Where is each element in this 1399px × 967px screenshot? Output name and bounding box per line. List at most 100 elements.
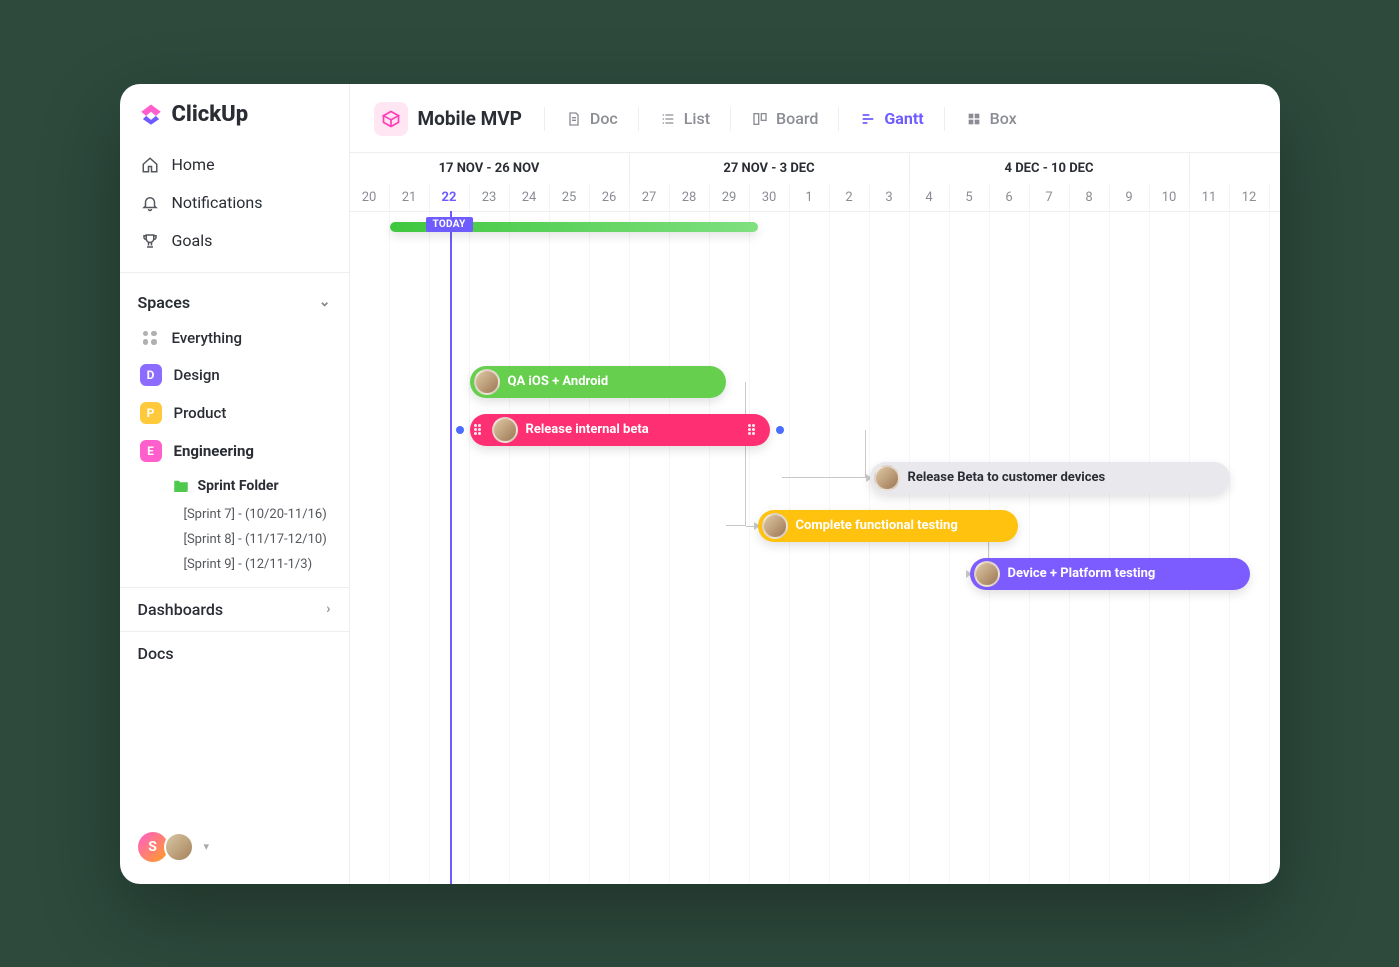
logo-icon <box>138 102 164 128</box>
tab-label: Doc <box>590 109 618 128</box>
milestone-dot[interactable] <box>456 426 464 434</box>
dependency-connector <box>746 526 754 527</box>
tab-gantt[interactable]: Gantt <box>853 105 929 132</box>
drag-handle-icon[interactable] <box>748 424 758 435</box>
day-cell[interactable]: 28 <box>670 185 710 211</box>
day-cell[interactable]: 29 <box>710 185 750 211</box>
docs-section[interactable]: Docs <box>120 631 349 675</box>
day-cell[interactable]: 8 <box>1070 185 1110 211</box>
dependency-connector <box>726 382 746 526</box>
day-cell[interactable]: 30 <box>750 185 790 211</box>
bar-label: Device + Platform testing <box>1008 566 1156 581</box>
sprint-item[interactable]: [Sprint 9] - (12/11-1/3) <box>162 552 339 577</box>
primary-nav: Home Notifications Goals <box>120 146 349 260</box>
home-icon <box>140 155 160 175</box>
nav-home[interactable]: Home <box>130 146 339 184</box>
today-indicator: TODAY <box>426 217 473 232</box>
gantt-view[interactable]: 17 NOV - 26 NOV27 NOV - 3 DEC4 DEC - 10 … <box>350 153 1280 884</box>
day-cell[interactable]: 21 <box>390 185 430 211</box>
user-menu[interactable]: S ▾ <box>120 820 349 874</box>
day-cell[interactable]: 20 <box>350 185 390 211</box>
sidebar-item-product[interactable]: P Product <box>130 394 339 432</box>
nav-notifications[interactable]: Notifications <box>130 184 339 222</box>
nav-goals[interactable]: Goals <box>130 222 339 260</box>
doc-icon <box>565 110 583 128</box>
assignee-avatar[interactable] <box>762 513 788 539</box>
divider <box>544 107 545 131</box>
list-icon <box>659 110 677 128</box>
space-label: Everything <box>172 329 242 347</box>
sprint-folder[interactable]: Sprint Folder <box>162 470 339 502</box>
engineering-children: Sprint Folder [Sprint 7] - (10/20-11/16)… <box>130 470 339 577</box>
chevron-right-icon: › <box>326 601 330 617</box>
space-list: Everything D Design P Product E Engineer… <box>120 320 349 577</box>
project-name: Mobile MVP <box>418 107 522 130</box>
gantt-bar-device-test[interactable]: Device + Platform testing <box>970 558 1250 590</box>
day-cell[interactable]: 12 <box>1230 185 1270 211</box>
day-cell[interactable]: 25 <box>550 185 590 211</box>
tab-list[interactable]: List <box>653 105 716 132</box>
day-cell[interactable]: 11 <box>1190 185 1230 211</box>
assignee-avatar[interactable] <box>492 417 518 443</box>
bar-label: Complete functional testing <box>796 518 958 533</box>
gantt-bar-release-beta[interactable]: Release internal beta <box>470 414 770 446</box>
drag-handle-icon[interactable] <box>474 424 484 435</box>
spaces-header[interactable]: Spaces ⌄ <box>120 285 349 320</box>
assignee-avatar[interactable] <box>974 561 1000 587</box>
gantt-bar-release-cust[interactable]: Release Beta to customer devices <box>870 462 1230 494</box>
sprint-item[interactable]: [Sprint 7] - (10/20-11/16) <box>162 502 339 527</box>
app-logo[interactable]: ClickUp <box>120 102 349 146</box>
assignee-avatar[interactable] <box>874 465 900 491</box>
day-cell[interactable]: 27 <box>630 185 670 211</box>
project-title[interactable]: Mobile MVP <box>366 98 530 140</box>
sidebar-item-engineering[interactable]: E Engineering <box>130 432 339 470</box>
sprint-item[interactable]: [Sprint 8] - (11/17-12/10) <box>162 527 339 552</box>
bar-label: Release Beta to customer devices <box>908 470 1106 485</box>
nav-label: Notifications <box>172 193 263 212</box>
divider <box>120 272 349 273</box>
day-cell[interactable]: 23 <box>470 185 510 211</box>
gantt-bar-functional[interactable]: Complete functional testing <box>758 510 1018 542</box>
range-row: 17 NOV - 26 NOV27 NOV - 3 DEC4 DEC - 10 … <box>350 153 1280 185</box>
day-cell[interactable]: 1 <box>790 185 830 211</box>
app-name: ClickUp <box>172 102 249 127</box>
divider <box>838 107 839 131</box>
tab-board[interactable]: Board <box>745 105 824 132</box>
day-cell[interactable]: 2 <box>830 185 870 211</box>
day-cell[interactable]: 10 <box>1150 185 1190 211</box>
day-cell[interactable]: 7 <box>1030 185 1070 211</box>
sidebar: ClickUp Home Notifications Goals Spaces … <box>120 84 350 884</box>
docs-label: Docs <box>138 644 174 663</box>
sidebar-item-everything[interactable]: Everything <box>130 320 339 356</box>
tab-doc[interactable]: Doc <box>559 105 624 132</box>
day-cell[interactable]: 3 <box>870 185 910 211</box>
milestone-dot[interactable] <box>776 426 784 434</box>
divider <box>638 107 639 131</box>
nav-label: Home <box>172 155 215 174</box>
space-badge: P <box>140 402 162 424</box>
divider <box>730 107 731 131</box>
chevron-down-icon: ▾ <box>204 840 210 853</box>
gantt-body[interactable]: QA iOS + Android Release internal beta Rel… <box>350 212 1280 884</box>
board-icon <box>751 110 769 128</box>
dependency-connector <box>782 430 866 478</box>
grid-icon <box>140 328 160 348</box>
folder-icon <box>172 477 190 495</box>
day-cell[interactable]: 4 <box>910 185 950 211</box>
view-toolbar: Mobile MVP Doc List Board Gantt <box>350 84 1280 153</box>
tab-label: Box <box>990 109 1017 128</box>
user-avatar <box>164 832 194 862</box>
sidebar-item-design[interactable]: D Design <box>130 356 339 394</box>
assignee-avatar[interactable] <box>474 369 500 395</box>
day-cell[interactable]: 24 <box>510 185 550 211</box>
day-cell[interactable]: 5 <box>950 185 990 211</box>
grid-guides <box>350 212 1280 884</box>
gantt-bar-qa[interactable]: QA iOS + Android <box>470 366 726 398</box>
day-cell[interactable]: 22 <box>430 185 470 211</box>
day-cell[interactable]: 9 <box>1110 185 1150 211</box>
dashboards-section[interactable]: Dashboards › <box>120 587 349 631</box>
day-cell[interactable]: 6 <box>990 185 1030 211</box>
tab-box[interactable]: Box <box>959 105 1023 132</box>
day-cell[interactable]: 26 <box>590 185 630 211</box>
divider <box>944 107 945 131</box>
